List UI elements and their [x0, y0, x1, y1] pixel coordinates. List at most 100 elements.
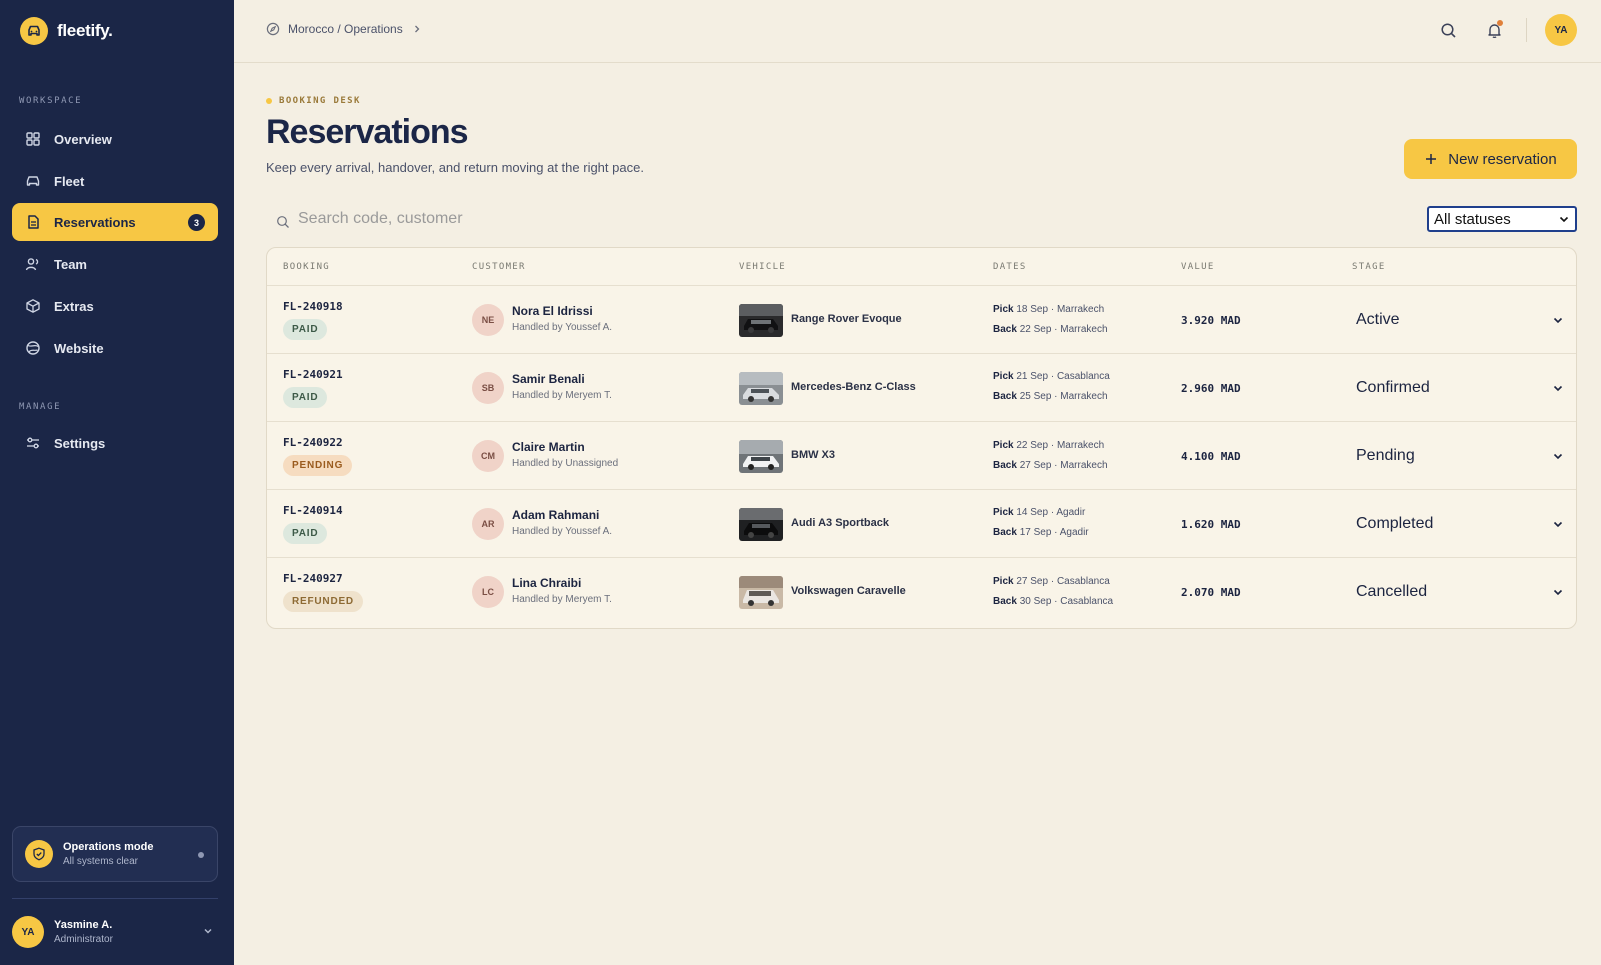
chevron-down-icon	[1553, 385, 1563, 392]
pickup-date: Pick 22 Sep · Marrakech	[993, 440, 1104, 451]
stage-select[interactable]: Pending	[1356, 446, 1564, 466]
user-menu[interactable]: YA Yasmine A. Administrator	[12, 915, 218, 949]
customer-name[interactable]: Lina Chraibi	[512, 576, 581, 590]
back-value: 30 Sep · Casablanca	[1019, 596, 1114, 607]
pick-value: 21 Sep · Casablanca	[1016, 371, 1110, 382]
page-subtitle: Keep every arrival, handover, and return…	[266, 160, 644, 175]
handler-text: Handled by Youssef A.	[512, 526, 613, 537]
sidebar-divider	[12, 898, 218, 899]
sidebar: fleetify. WORKSPACE Overview Fleet Reser…	[0, 0, 234, 965]
customer-name[interactable]: Samir Benali	[512, 372, 585, 386]
sidebar-item-label: Overview	[54, 131, 112, 147]
vehicle-name: Mercedes-Benz C-Class	[791, 381, 916, 393]
vehicle-thumbnail	[739, 440, 783, 473]
topbar: Morocco / Operations YA	[234, 0, 1601, 63]
top-actions: YA	[1434, 14, 1577, 46]
payment-badge: PAID	[283, 319, 328, 340]
operations-mode-card[interactable]: Operations mode All systems clear	[12, 826, 218, 882]
topbar-divider	[1526, 18, 1527, 42]
sidebar-item-extras[interactable]: Extras	[12, 287, 218, 325]
customer-name[interactable]: Nora El Idrissi	[512, 304, 593, 318]
status-filter-value: All statuses	[1434, 210, 1511, 228]
table-row[interactable]: FL-240922 PENDING CM Claire Martin Handl…	[267, 422, 1576, 490]
sidebar-item-label: Team	[54, 256, 87, 272]
booking-code: FL-240921	[283, 368, 343, 381]
search-input[interactable]	[298, 210, 468, 228]
grid-icon	[26, 132, 40, 146]
column-header-stage: STAGE	[1352, 262, 1386, 272]
compass-icon	[266, 22, 280, 36]
vehicle-name: BMW X3	[791, 449, 835, 461]
stage-select[interactable]: Completed	[1356, 514, 1564, 534]
back-label: Back	[993, 460, 1017, 471]
search-button[interactable]	[1434, 16, 1462, 44]
column-header-value: VALUE	[1181, 262, 1215, 272]
table-row[interactable]: FL-240921 PAID SB Samir Benali Handled b…	[267, 354, 1576, 422]
sidebar-item-label: Reservations	[54, 214, 136, 230]
vehicle-thumbnail	[739, 508, 783, 541]
logo[interactable]: fleetify.	[20, 17, 113, 45]
box-icon	[26, 299, 40, 313]
return-date: Back 30 Sep · Casablanca	[993, 596, 1113, 607]
stage-select[interactable]: Cancelled	[1356, 582, 1564, 602]
sidebar-item-fleet[interactable]: Fleet	[12, 162, 218, 200]
chevron-down-icon	[1553, 453, 1563, 460]
plus-icon	[1426, 154, 1437, 164]
sidebar-item-overview[interactable]: Overview	[12, 120, 218, 158]
sidebar-item-settings[interactable]: Settings	[12, 424, 218, 462]
sliders-icon	[27, 437, 39, 449]
customer-name[interactable]: Adam Rahmani	[512, 508, 599, 522]
return-date: Back 25 Sep · Marrakech	[993, 391, 1108, 402]
customer-name[interactable]: Claire Martin	[512, 440, 585, 454]
chevron-down-icon	[1553, 589, 1563, 596]
breadcrumb[interactable]: Morocco / Operations	[266, 22, 423, 36]
back-value: 25 Sep · Marrakech	[1019, 391, 1108, 402]
pick-value: 27 Sep · Casablanca	[1016, 576, 1110, 587]
notification-dot	[1497, 20, 1503, 26]
stage-select[interactable]: Active	[1356, 310, 1564, 330]
back-label: Back	[993, 391, 1017, 402]
table-header: BOOKING CUSTOMER VEHICLE DATES VALUE STA…	[267, 248, 1576, 286]
new-reservation-button[interactable]: New reservation	[1404, 139, 1577, 179]
back-label: Back	[993, 596, 1017, 607]
chevron-down-icon	[204, 928, 212, 934]
sidebar-item-reservations[interactable]: Reservations 3	[12, 203, 218, 241]
status-dot	[198, 852, 204, 858]
pick-label: Pick	[993, 304, 1014, 315]
ops-subtitle: All systems clear	[63, 856, 139, 867]
back-label: Back	[993, 527, 1017, 538]
table-row[interactable]: FL-240927 REFUNDED LC Lina Chraibi Handl…	[267, 558, 1576, 626]
user-role: Administrator	[54, 934, 113, 945]
eyebrow: BOOKING DESK	[266, 96, 361, 106]
page-title: Reservations	[266, 113, 469, 151]
pickup-date: Pick 18 Sep · Marrakech	[993, 304, 1104, 315]
table-row[interactable]: FL-240918 PAID NE Nora El Idrissi Handle…	[267, 286, 1576, 354]
notifications-button[interactable]	[1480, 16, 1508, 44]
status-filter-select[interactable]: All statuses	[1427, 206, 1577, 232]
sidebar-item-label: Settings	[54, 435, 106, 451]
sidebar-item-website[interactable]: Website	[12, 329, 218, 367]
booking-code: FL-240918	[283, 300, 343, 313]
booking-value: 3.920 MAD	[1181, 314, 1241, 327]
payment-badge: REFUNDED	[283, 591, 363, 612]
column-header-booking: BOOKING	[283, 262, 331, 272]
handler-text: Handled by Meryem T.	[512, 594, 612, 605]
pickup-date: Pick 21 Sep · Casablanca	[993, 371, 1110, 382]
customer-avatar: CM	[472, 440, 504, 472]
stage-select[interactable]: Confirmed	[1356, 378, 1564, 398]
customer-avatar: AR	[472, 508, 504, 540]
table-row[interactable]: FL-240914 PAID AR Adam Rahmani Handled b…	[267, 490, 1576, 558]
pick-label: Pick	[993, 371, 1014, 382]
pickup-date: Pick 14 Sep · Agadir	[993, 507, 1085, 518]
section-manage: MANAGE	[19, 402, 62, 412]
sidebar-item-team[interactable]: Team	[12, 245, 218, 283]
vehicle-thumbnail	[739, 576, 783, 609]
sidebar-item-label: Fleet	[54, 173, 85, 189]
pick-label: Pick	[993, 576, 1014, 587]
payment-badge: PAID	[283, 387, 328, 408]
user-name: Yasmine A.	[54, 919, 113, 931]
return-date: Back 27 Sep · Marrakech	[993, 460, 1108, 471]
avatar[interactable]: YA	[1545, 14, 1577, 46]
handler-text: Handled by Meryem T.	[512, 390, 612, 401]
users-icon	[25, 258, 39, 271]
